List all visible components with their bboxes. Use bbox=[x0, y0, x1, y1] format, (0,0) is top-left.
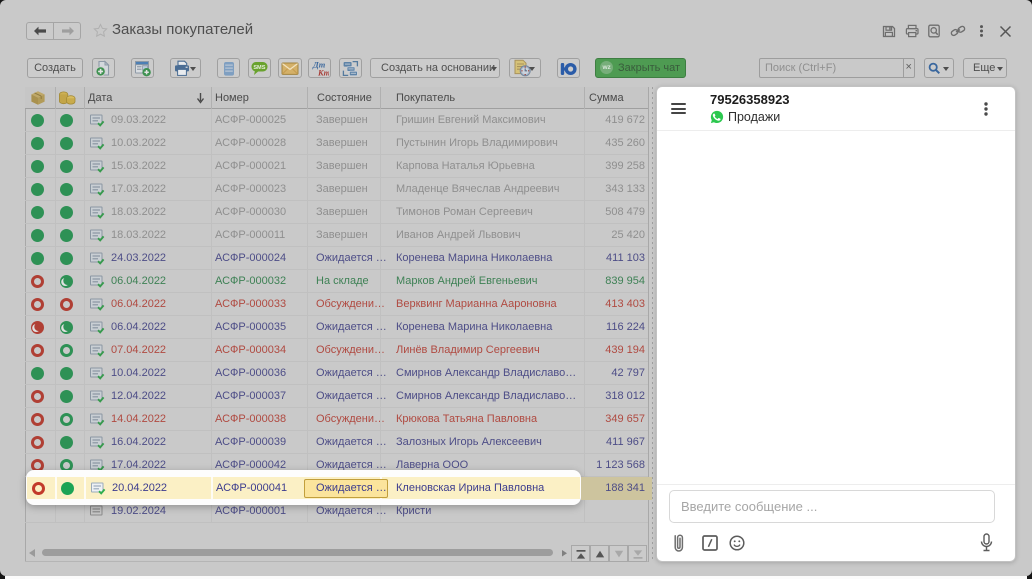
svg-text:Кт: Кт bbox=[317, 69, 329, 77]
svg-text:SMS: SMS bbox=[253, 65, 265, 71]
